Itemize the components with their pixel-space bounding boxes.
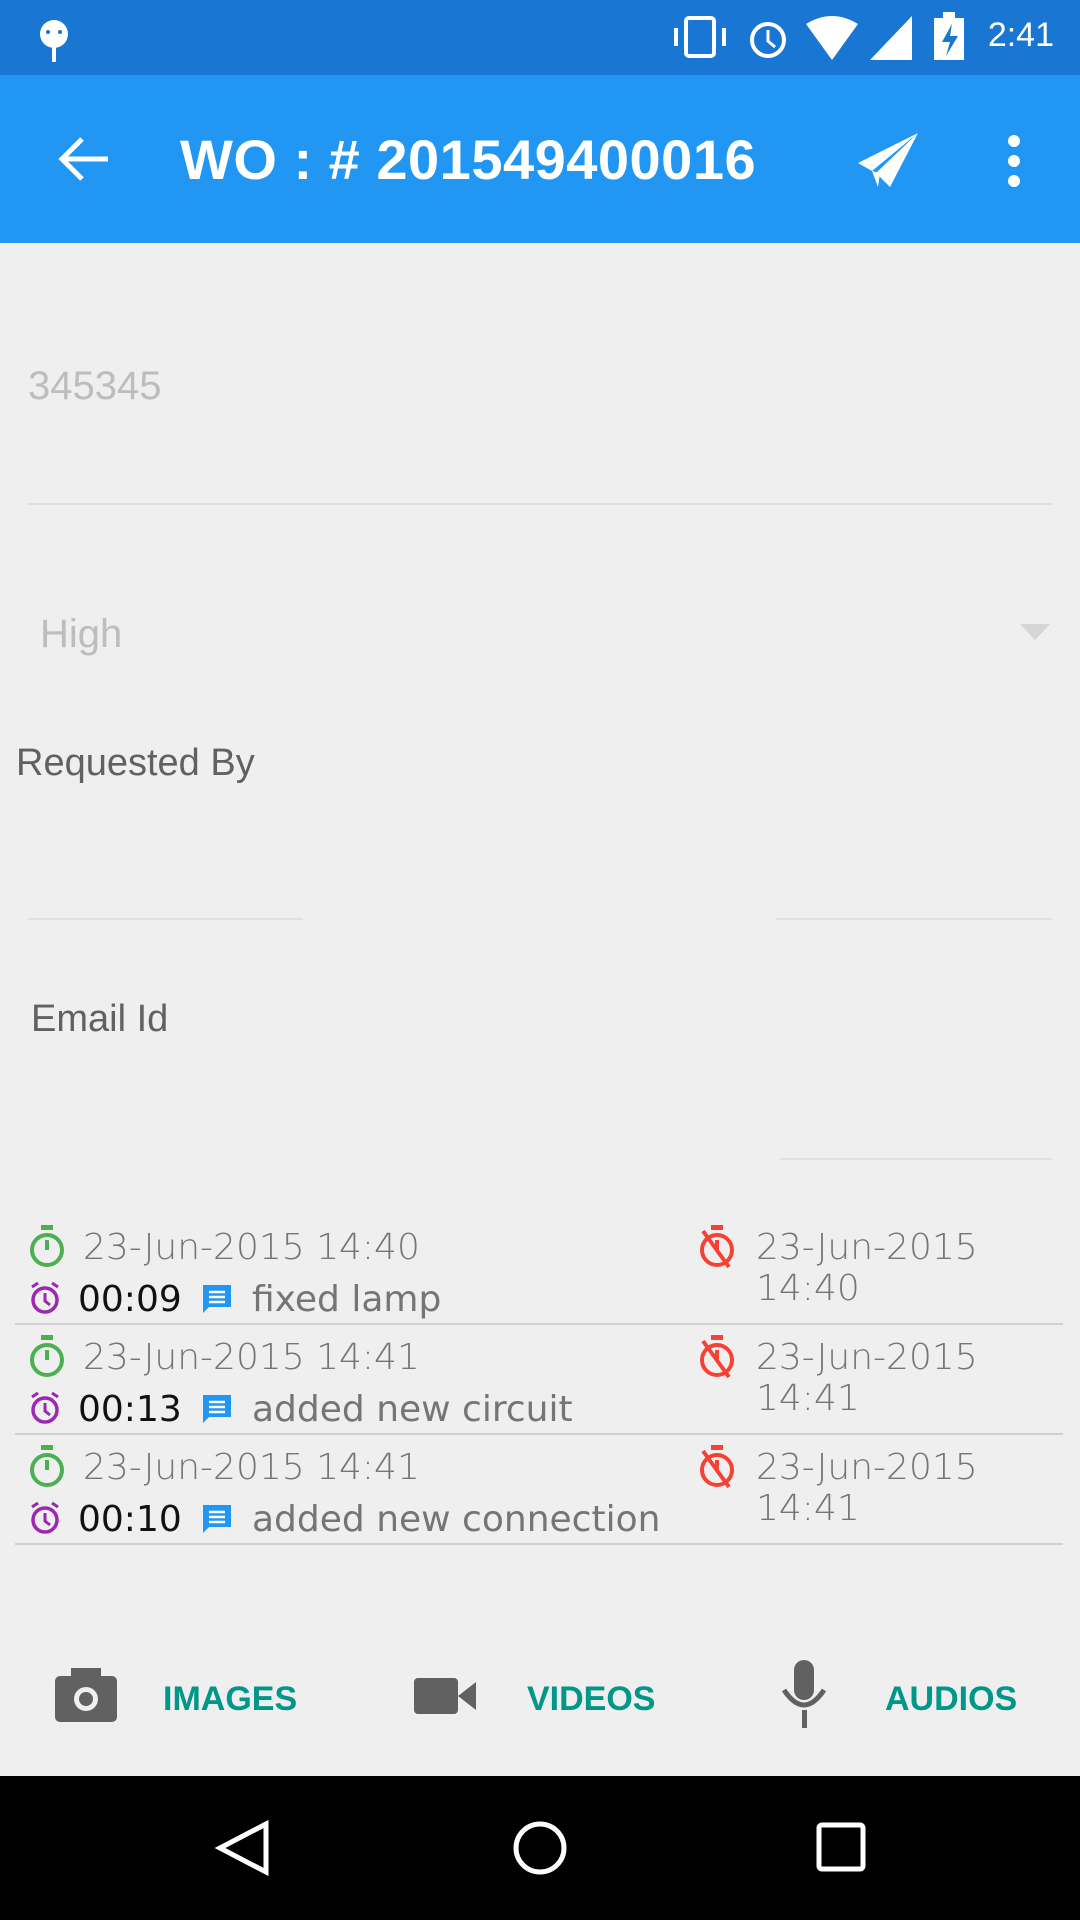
audios-label: AUDIOS	[885, 1680, 1018, 1718]
page-title: WO : # 201549400016	[180, 128, 757, 191]
recents-nav-icon[interactable]	[816, 1822, 866, 1872]
requested-by-input[interactable]	[28, 830, 303, 920]
status-bar: 2:41	[0, 0, 1080, 75]
requested-by-label: Requested By	[16, 742, 255, 784]
duration-alarm-icon	[31, 1391, 59, 1424]
back-arrow-icon[interactable]	[56, 135, 110, 183]
duration-alarm-icon	[31, 1501, 59, 1534]
stop-timer-icon	[697, 1225, 737, 1273]
home-nav-icon[interactable]	[512, 1820, 568, 1876]
comment-icon	[203, 1285, 231, 1313]
note: added new connection	[252, 1499, 661, 1540]
stop-timer-icon	[697, 1335, 737, 1383]
images-button[interactable]: IMAGES	[40, 1660, 320, 1740]
end-time: 23-Jun-2015 14:41	[756, 1447, 978, 1529]
start-time: 23-Jun-2015 14:40	[83, 1227, 420, 1268]
android-debug-icon	[40, 20, 68, 62]
status-time: 2:41	[987, 16, 1054, 54]
videos-label: VIDEOS	[527, 1680, 656, 1718]
note: fixed lamp	[252, 1279, 442, 1320]
app-bar: WO : # 201549400016	[0, 75, 1080, 243]
time-entry-row[interactable]: 23-Jun-2015 14:41 23-Jun-2015 14:41 00:1…	[15, 1325, 1063, 1435]
priority-dropdown[interactable]: High	[28, 600, 1052, 670]
battery-charging-icon	[934, 12, 964, 60]
end-time: 23-Jun-2015 14:41	[756, 1337, 978, 1419]
email-label: Email Id	[31, 998, 169, 1040]
dropdown-arrow-icon	[1020, 624, 1050, 640]
camera-icon	[55, 1668, 117, 1722]
vibrate-icon	[674, 16, 726, 58]
duration: 00:13	[78, 1389, 182, 1430]
time-entry-row[interactable]: 23-Jun-2015 14:41 23-Jun-2015 14:41 00:1…	[15, 1435, 1063, 1545]
email-input[interactable]	[780, 1070, 1052, 1160]
more-vert-icon[interactable]	[1000, 133, 1028, 189]
audios-button[interactable]: AUDIOS	[770, 1660, 1050, 1740]
note: added new circuit	[252, 1389, 573, 1430]
start-timer-icon	[27, 1445, 67, 1493]
requested-by-input-2[interactable]	[776, 830, 1052, 920]
end-time: 23-Jun-2015 14:40	[756, 1227, 978, 1309]
microphone-icon	[781, 1660, 827, 1728]
priority-value: High	[40, 612, 123, 656]
comment-icon	[203, 1395, 231, 1423]
back-nav-icon[interactable]	[214, 1820, 270, 1876]
navigation-bar	[0, 1776, 1080, 1920]
wifi-icon	[806, 16, 858, 60]
comment-icon	[203, 1505, 231, 1533]
start-timer-icon	[27, 1335, 67, 1383]
start-time: 23-Jun-2015 14:41	[83, 1337, 420, 1378]
signal-icon	[870, 16, 912, 60]
start-timer-icon	[27, 1225, 67, 1273]
videos-button[interactable]: VIDEOS	[400, 1660, 680, 1740]
stop-timer-icon	[697, 1445, 737, 1493]
send-icon[interactable]	[858, 133, 920, 189]
work-order-field[interactable]: 345345	[28, 364, 161, 409]
duration-alarm-icon	[31, 1281, 59, 1314]
duration: 00:10	[78, 1499, 182, 1540]
alarm-icon	[750, 22, 786, 58]
video-camera-icon	[414, 1678, 476, 1714]
field-underline	[28, 503, 1052, 505]
images-label: IMAGES	[163, 1680, 298, 1718]
start-time: 23-Jun-2015 14:41	[83, 1447, 420, 1488]
time-entry-row[interactable]: 23-Jun-2015 14:40 23-Jun-2015 14:40 00:0…	[15, 1215, 1063, 1325]
duration: 00:09	[78, 1279, 182, 1320]
